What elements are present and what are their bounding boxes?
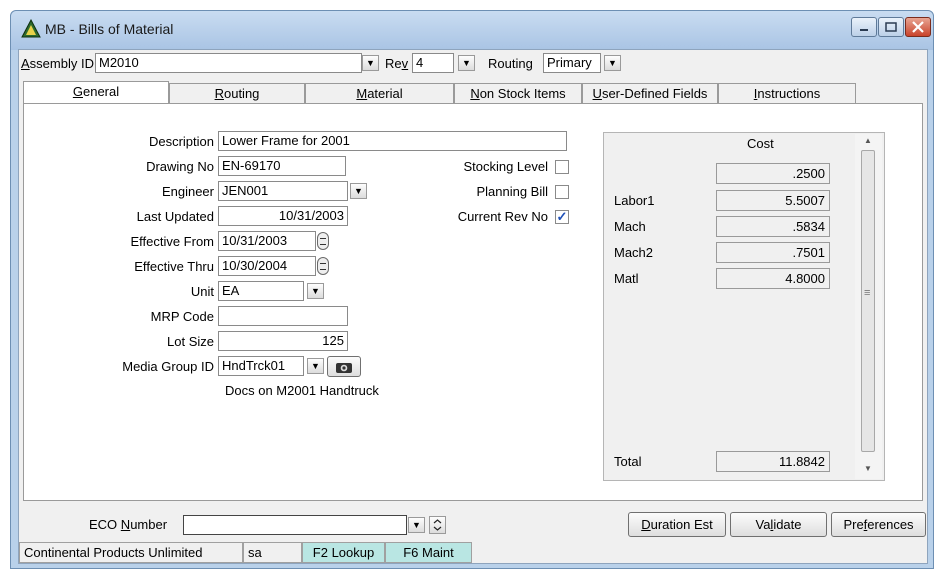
tab-general[interactable]: General: [23, 81, 169, 104]
cost-row-value: 5.5007: [716, 190, 830, 211]
effective-from-field[interactable]: 10/31/2003: [218, 231, 316, 251]
cost-header: Cost: [747, 136, 774, 151]
mrp-code-field[interactable]: [218, 306, 348, 326]
tab-routing[interactable]: Routing: [169, 83, 305, 104]
last-updated-field: 10/31/2003: [218, 206, 348, 226]
rev-label: Rev: [385, 56, 409, 71]
status-company: Continental Products Unlimited: [19, 542, 243, 563]
minimize-icon: [860, 29, 868, 31]
tab-user-defined-fields[interactable]: User-Defined Fields: [582, 83, 718, 104]
mrp-code-label: MRP Code: [150, 309, 214, 324]
effective-thru-label: Effective Thru: [134, 259, 214, 274]
camera-icon: [336, 363, 352, 374]
routing-label: Routing: [488, 56, 533, 71]
effective-thru-field[interactable]: 10/30/2004: [218, 256, 316, 276]
tab-instructions[interactable]: Instructions: [718, 83, 856, 104]
cost-total-label: Total: [614, 454, 642, 469]
cost-panel: [603, 132, 885, 481]
preferences-button[interactable]: Preferences: [831, 512, 926, 537]
duration-est-button[interactable]: Duration Est: [628, 512, 726, 537]
description-field[interactable]: Lower Frame for 2001: [218, 131, 567, 151]
rev-field[interactable]: 4: [412, 53, 454, 73]
cost-row-value: .2500: [716, 163, 830, 184]
bom-app-icon: [21, 19, 41, 38]
routing-field[interactable]: Primary: [543, 53, 601, 73]
unit-dropdown-button[interactable]: ▼: [307, 283, 324, 299]
media-group-field[interactable]: HndTrck01: [218, 356, 304, 376]
maximize-button[interactable]: [878, 17, 904, 37]
chevron-down-icon: ▼: [311, 361, 320, 371]
routing-dropdown-button[interactable]: ▼: [604, 55, 621, 71]
check-icon: ✓: [556, 209, 568, 224]
close-button[interactable]: [905, 17, 931, 37]
chevron-down-icon: ▼: [608, 58, 617, 68]
scrollbar-thumb[interactable]: ≡: [861, 150, 875, 452]
lot-size-label: Lot Size: [167, 334, 214, 349]
cost-row-label: Matl: [614, 271, 639, 286]
cost-row-label: Mach2: [614, 245, 654, 260]
title-bar: MB - Bills of Material: [11, 11, 933, 50]
planning-bill-label: Planning Bill: [476, 184, 548, 199]
chevron-down-icon: ▼: [366, 58, 375, 68]
drawing-no-label: Drawing No: [146, 159, 214, 174]
eco-dropdown-button[interactable]: ▼: [408, 517, 425, 533]
engineer-field[interactable]: JEN001: [218, 181, 348, 201]
f6-maint-key[interactable]: F6 Maint: [385, 542, 472, 563]
cost-row-value: 4.8000: [716, 268, 830, 289]
scroll-down-icon[interactable]: ▼: [864, 464, 872, 473]
window-title: MB - Bills of Material: [45, 21, 174, 37]
client-area: Assembly ID M2010 ▼ Rev 4 ▼ Routing Prim…: [18, 49, 928, 564]
cost-row-label: Mach: [614, 219, 646, 234]
eco-number-field[interactable]: [183, 515, 407, 535]
cost-row-label: Labor1: [614, 193, 655, 208]
effective-from-spinner-icon[interactable]: [317, 232, 329, 250]
chevron-down-icon: ▼: [354, 186, 363, 196]
media-doc-caption: Docs on M2001 Handtruck: [225, 383, 379, 398]
cost-row-value: .5834: [716, 216, 830, 237]
media-group-label: Media Group ID: [122, 359, 214, 374]
expand-icon: [433, 519, 442, 531]
eco-expand-button[interactable]: [429, 516, 446, 534]
chevron-down-icon: ▼: [412, 520, 421, 530]
engineer-label: Engineer: [161, 184, 214, 199]
unit-label: Unit: [190, 284, 214, 299]
last-updated-label: Last Updated: [136, 209, 214, 224]
media-viewer-button[interactable]: [327, 356, 361, 377]
stocking-level-checkbox[interactable]: [555, 160, 569, 174]
assembly-id-field[interactable]: M2010: [95, 53, 362, 73]
validate-button[interactable]: Validate: [730, 512, 827, 537]
chevron-down-icon: ▼: [462, 58, 471, 68]
assembly-id-label: Assembly ID: [21, 56, 94, 71]
cost-scrollbar[interactable]: ▲ ≡ ▼: [855, 134, 882, 479]
minimize-button[interactable]: [851, 17, 877, 37]
f2-lookup-key[interactable]: F2 Lookup: [302, 542, 385, 563]
assembly-dropdown-button[interactable]: ▼: [362, 55, 379, 71]
current-rev-checkbox[interactable]: ✓: [555, 210, 569, 224]
chevron-down-icon: ▼: [311, 286, 320, 296]
effective-from-label: Effective From: [130, 234, 214, 249]
cost-total-value: 11.8842: [716, 451, 830, 472]
engineer-dropdown-button[interactable]: ▼: [350, 183, 367, 199]
maximize-icon: [885, 22, 897, 32]
current-rev-label: Current Rev No: [457, 209, 548, 224]
tab-material[interactable]: Material: [305, 83, 454, 104]
grip-icon: ≡: [864, 287, 871, 299]
tab-non-stock-items[interactable]: Non Stock Items: [454, 83, 582, 104]
media-group-dropdown-button[interactable]: ▼: [307, 358, 324, 374]
cost-row-value: .7501: [716, 242, 830, 263]
scroll-up-icon[interactable]: ▲: [864, 136, 872, 145]
drawing-no-field[interactable]: EN-69170: [218, 156, 346, 176]
eco-number-label: ECO Number: [89, 517, 168, 532]
lot-size-field[interactable]: 125: [218, 331, 348, 351]
effective-thru-spinner-icon[interactable]: [317, 257, 329, 275]
rev-dropdown-button[interactable]: ▼: [458, 55, 475, 71]
stocking-level-label: Stocking Level: [463, 159, 548, 174]
app-window: MB - Bills of Material Assembly ID M2010…: [10, 10, 934, 569]
planning-bill-checkbox[interactable]: [555, 185, 569, 199]
description-label: Description: [148, 134, 214, 149]
close-icon: [912, 21, 924, 33]
unit-field[interactable]: EA: [218, 281, 304, 301]
status-user: sa: [243, 542, 302, 563]
